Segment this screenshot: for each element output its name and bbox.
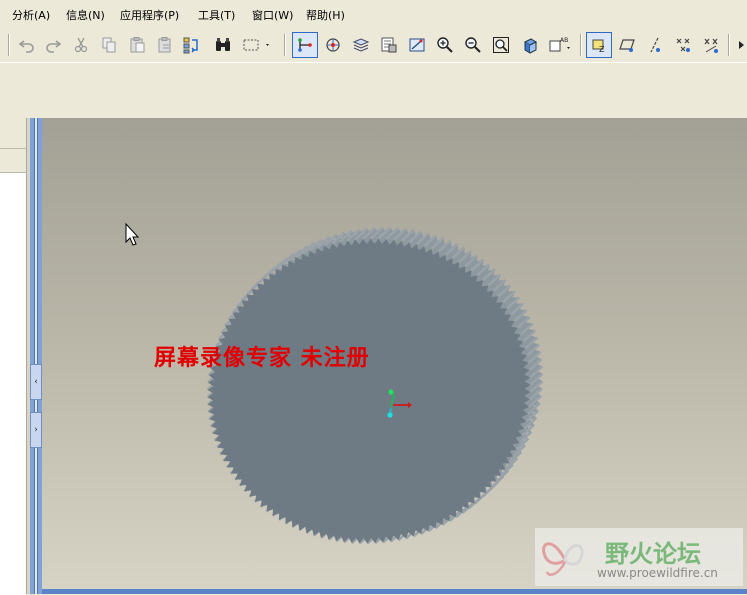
butterfly-logo-icon — [542, 542, 584, 576]
undo-icon[interactable] — [16, 34, 38, 56]
menu-info[interactable]: 信息(N) — [66, 7, 105, 23]
gear-model[interactable] — [42, 118, 747, 594]
menu-applications[interactable]: 应用程序(P) — [120, 7, 179, 23]
secondary-toolbar — [0, 62, 747, 90]
chevron-left-icon: ‹ — [34, 377, 38, 387]
paste-icon[interactable] — [126, 34, 148, 56]
datum-plane-icon[interactable] — [616, 34, 638, 56]
chevron-right-icon: › — [34, 425, 38, 435]
more-icon[interactable] — [734, 34, 747, 56]
forum-logo: 野火论坛 www.proewildfire.cn — [535, 528, 743, 586]
graphics-window[interactable]: 屏幕录像专家 未注册 野火论坛 www.proewildfire.cn — [42, 118, 747, 594]
repaint-icon[interactable] — [406, 34, 428, 56]
status-edge — [42, 589, 747, 594]
redo-icon[interactable] — [42, 34, 64, 56]
regenerate-icon[interactable] — [180, 34, 202, 56]
saved-views-icon[interactable] — [378, 34, 400, 56]
svg-text:AB: AB — [560, 37, 568, 44]
orient-icon[interactable] — [518, 34, 540, 56]
datum-axis-display-icon[interactable] — [292, 32, 318, 58]
navigator-splitter-track — [34, 118, 38, 594]
menu-tools[interactable]: 工具(T) — [198, 7, 235, 23]
layers-icon[interactable] — [350, 34, 372, 56]
coordinate-system-icon[interactable] — [700, 34, 722, 56]
copy-icon[interactable] — [98, 34, 120, 56]
logo-url: www.proewildfire.cn — [597, 566, 718, 580]
datum-axis-icon[interactable] — [644, 34, 666, 56]
expand-navigator-button[interactable]: › — [30, 412, 42, 448]
logo-title: 野火论坛 — [605, 540, 701, 568]
select-box-icon[interactable] — [240, 34, 274, 56]
datum-plane-display-icon[interactable]: Z — [586, 32, 612, 58]
cut-icon[interactable] — [70, 34, 92, 56]
toolbar-separator — [728, 34, 730, 56]
toolbar-separator — [8, 34, 10, 56]
toolbar-separator — [284, 34, 286, 56]
find-icon[interactable] — [212, 34, 234, 56]
message-area — [0, 88, 747, 119]
menu-analysis[interactable]: 分析(A) — [12, 7, 50, 23]
mouse-cursor-icon — [125, 222, 140, 246]
watermark-text: 屏幕录像专家 未注册 — [154, 345, 370, 371]
spin-center-icon[interactable] — [322, 34, 344, 56]
datum-point-icon[interactable] — [672, 34, 694, 56]
menu-window[interactable]: 窗口(W) — [252, 7, 293, 23]
toolbar-separator — [580, 34, 582, 56]
paste-special-icon[interactable] — [154, 34, 176, 56]
refit-icon[interactable] — [490, 34, 512, 56]
model-tree[interactable] — [0, 172, 26, 595]
zoom-in-icon[interactable] — [434, 34, 456, 56]
zoom-out-icon[interactable] — [462, 34, 484, 56]
svg-text:Z: Z — [599, 45, 605, 54]
model-tree-header — [0, 148, 26, 173]
named-view-icon[interactable]: AB — [546, 34, 576, 56]
menu-bar: 分析(A) 信息(N) 应用程序(P) 工具(T) 窗口(W) 帮助(H) — [0, 0, 747, 29]
menu-help[interactable]: 帮助(H) — [306, 7, 345, 23]
collapse-navigator-button[interactable]: ‹ — [30, 364, 42, 400]
main-toolbar: AB Z — [0, 28, 747, 62]
